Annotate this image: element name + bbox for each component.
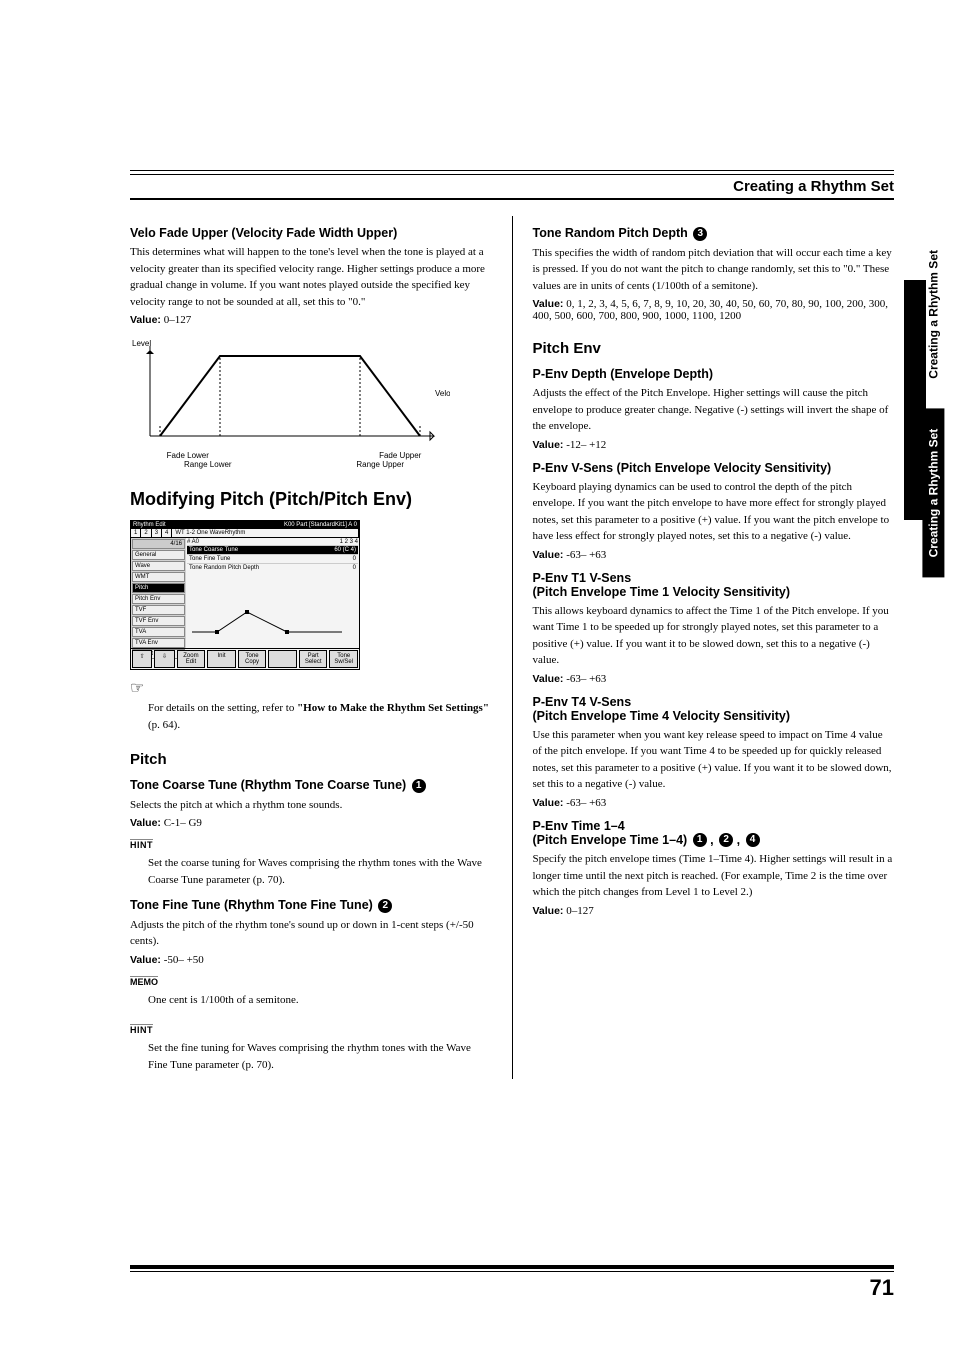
fine-value: Value: -50– +50	[130, 954, 492, 966]
scr-foot-blank	[268, 650, 297, 668]
random-title: Tone Random Pitch Depth 3	[533, 226, 895, 241]
scr-tab-1: 1	[131, 529, 141, 537]
coarse-hint: Set the coarse tuning for Waves comprisi…	[148, 855, 492, 888]
t4v-body: Use this parameter when you want key rel…	[533, 727, 895, 793]
scr-foot-partsel: Part Select	[299, 650, 328, 668]
diag-fade-lower: Fade Lower	[144, 451, 232, 460]
t4v-title: P-Env T4 V-Sens (Pitch Envelope Time 4 V…	[533, 695, 895, 723]
memo-label: MEMO	[130, 976, 158, 987]
envelope-diagram: Level Velocity Fade Lower Range Lower	[130, 336, 492, 469]
scr-side-tvfenv: TVF Env	[132, 616, 185, 626]
diag-range-upper: Range Upper	[356, 460, 404, 469]
scr-side-wmt: WMT	[132, 572, 185, 582]
vsens-body: Keyboard playing dynamics can be used to…	[533, 479, 895, 545]
scr-tab-3: 3	[152, 529, 162, 537]
scr-tab-4: 4	[162, 529, 172, 537]
fine-body: Adjusts the pitch of the rhythm tone's s…	[130, 917, 492, 950]
pitch-title: Pitch	[130, 751, 492, 768]
scr-content: # A0 1 2 3 4 Tone Coarse Tune60 (C 4) To…	[186, 538, 359, 648]
scr-foot-down: ⇩	[154, 650, 174, 668]
depth-title: P-Env Depth (Envelope Depth)	[533, 367, 895, 381]
pointing-hand-icon: ☞	[130, 678, 492, 698]
scr-side-tvaenv: TVA Env	[132, 638, 185, 648]
fine-hint: Set the fine tuning for Waves comprising…	[148, 1040, 492, 1073]
scr-tab-2: 2	[141, 529, 151, 537]
vsens-title: P-Env V-Sens (Pitch Envelope Velocity Se…	[533, 461, 895, 475]
t1v-body: This allows keyboard dynamics to affect …	[533, 603, 895, 669]
page-number: 71	[870, 1275, 894, 1300]
scr-foot-zoom: Zoom Edit	[177, 650, 206, 668]
side-tab-text: Creating a Rhythm Set Creating a Rhythm …	[922, 250, 944, 577]
circled-4-icon: 4	[746, 833, 760, 847]
time-title: P-Env Time 1–4 (Pitch Envelope Time 1–4)…	[533, 819, 895, 848]
fine-memo: One cent is 1/100th of a semitone.	[148, 992, 492, 1009]
mod-pitch-note: For details on the setting, refer to "Ho…	[148, 700, 492, 733]
right-column: Tone Random Pitch Depth 3 This specifies…	[533, 216, 895, 1079]
scr-side-general: General	[132, 550, 185, 560]
fine-title: Tone Fine Tune (Rhythm Tone Fine Tune) 2	[130, 898, 492, 913]
page-footer: 71	[130, 1265, 894, 1301]
random-value: Value: 0, 1, 2, 3, 4, 5, 6, 7, 8, 9, 10,…	[533, 298, 895, 322]
scr-title-right: K00 Part [StandardKit1] A 0	[284, 522, 357, 528]
t1v-value: Value: -63– +63	[533, 673, 895, 685]
scr-sidebar: 4/16 General Wave WMT Pitch Pitch Env TV…	[131, 538, 186, 648]
svg-text:Velocity: Velocity	[435, 389, 450, 398]
velo-fade-title: Velo Fade Upper (Velocity Fade Width Upp…	[130, 226, 492, 240]
scr-range: 4/16	[132, 539, 185, 549]
hint-label: HINT	[130, 839, 153, 850]
page-header: Creating a Rhythm Set	[130, 170, 894, 200]
vsens-value: Value: -63– +63	[533, 549, 895, 561]
diag-range-lower: Range Lower	[184, 460, 232, 469]
time-body: Specify the pitch envelope times (Time 1…	[533, 851, 895, 901]
depth-value: Value: -12– +12	[533, 439, 895, 451]
column-divider	[512, 216, 513, 1079]
scr-foot-init: Init	[207, 650, 236, 668]
hint-label-2: HINT	[130, 1024, 153, 1035]
velo-fade-value: Value: 0–127	[130, 314, 492, 326]
coarse-body: Selects the pitch at which a rhythm tone…	[130, 797, 492, 814]
diag-fade-upper: Fade Upper	[356, 451, 444, 460]
velo-fade-body: This determines what will happen to the …	[130, 244, 492, 310]
scr-side-wave: Wave	[132, 561, 185, 571]
left-column: Velo Fade Upper (Velocity Fade Width Upp…	[130, 216, 492, 1079]
circled-3-icon: 3	[693, 227, 707, 241]
scr-right-tabs: WT 1-2 One WaveRhythm	[172, 529, 359, 537]
scr-side-pitchenv: Pitch Env	[132, 594, 185, 604]
scr-side-tvf: TVF	[132, 605, 185, 615]
depth-body: Adjusts the effect of the Pitch Envelope…	[533, 385, 895, 435]
circled-2-icon: 2	[378, 899, 392, 913]
scr-foot-tonecopy: Tone Copy	[238, 650, 267, 668]
scr-foot-up: ⇧	[132, 650, 152, 668]
circled-2b-icon: 2	[719, 833, 733, 847]
scr-hdr-icons: 1 2 3 4	[340, 539, 358, 545]
pitch-env-title: Pitch Env	[533, 340, 895, 357]
time-value: Value: 0–127	[533, 905, 895, 917]
t4v-value: Value: -63– +63	[533, 797, 895, 809]
circled-1-icon: 1	[412, 779, 426, 793]
rhythm-edit-screenshot: Rhythm Edit K00 Part [StandardKit1] A 0 …	[130, 520, 360, 670]
scr-title-left: Rhythm Edit	[133, 522, 166, 528]
coarse-title: Tone Coarse Tune (Rhythm Tone Coarse Tun…	[130, 778, 492, 793]
scr-hdr-l: # A0	[187, 539, 199, 545]
scr-foot-tonesw: Tone Sw/Sel	[329, 650, 358, 668]
circled-1b-icon: 1	[693, 833, 707, 847]
modifying-pitch-title: Modifying Pitch (Pitch/Pitch Env)	[130, 489, 492, 510]
coarse-value: Value: C-1– G9	[130, 817, 492, 829]
random-body: This specifies the width of random pitch…	[533, 245, 895, 295]
header-title: Creating a Rhythm Set	[733, 178, 894, 195]
t1v-title: P-Env T1 V-Sens (Pitch Envelope Time 1 V…	[533, 571, 895, 599]
scr-side-tva: TVA	[132, 627, 185, 637]
diagram-level-label: Level	[132, 339, 151, 348]
scr-side-pitch: Pitch	[132, 583, 185, 593]
